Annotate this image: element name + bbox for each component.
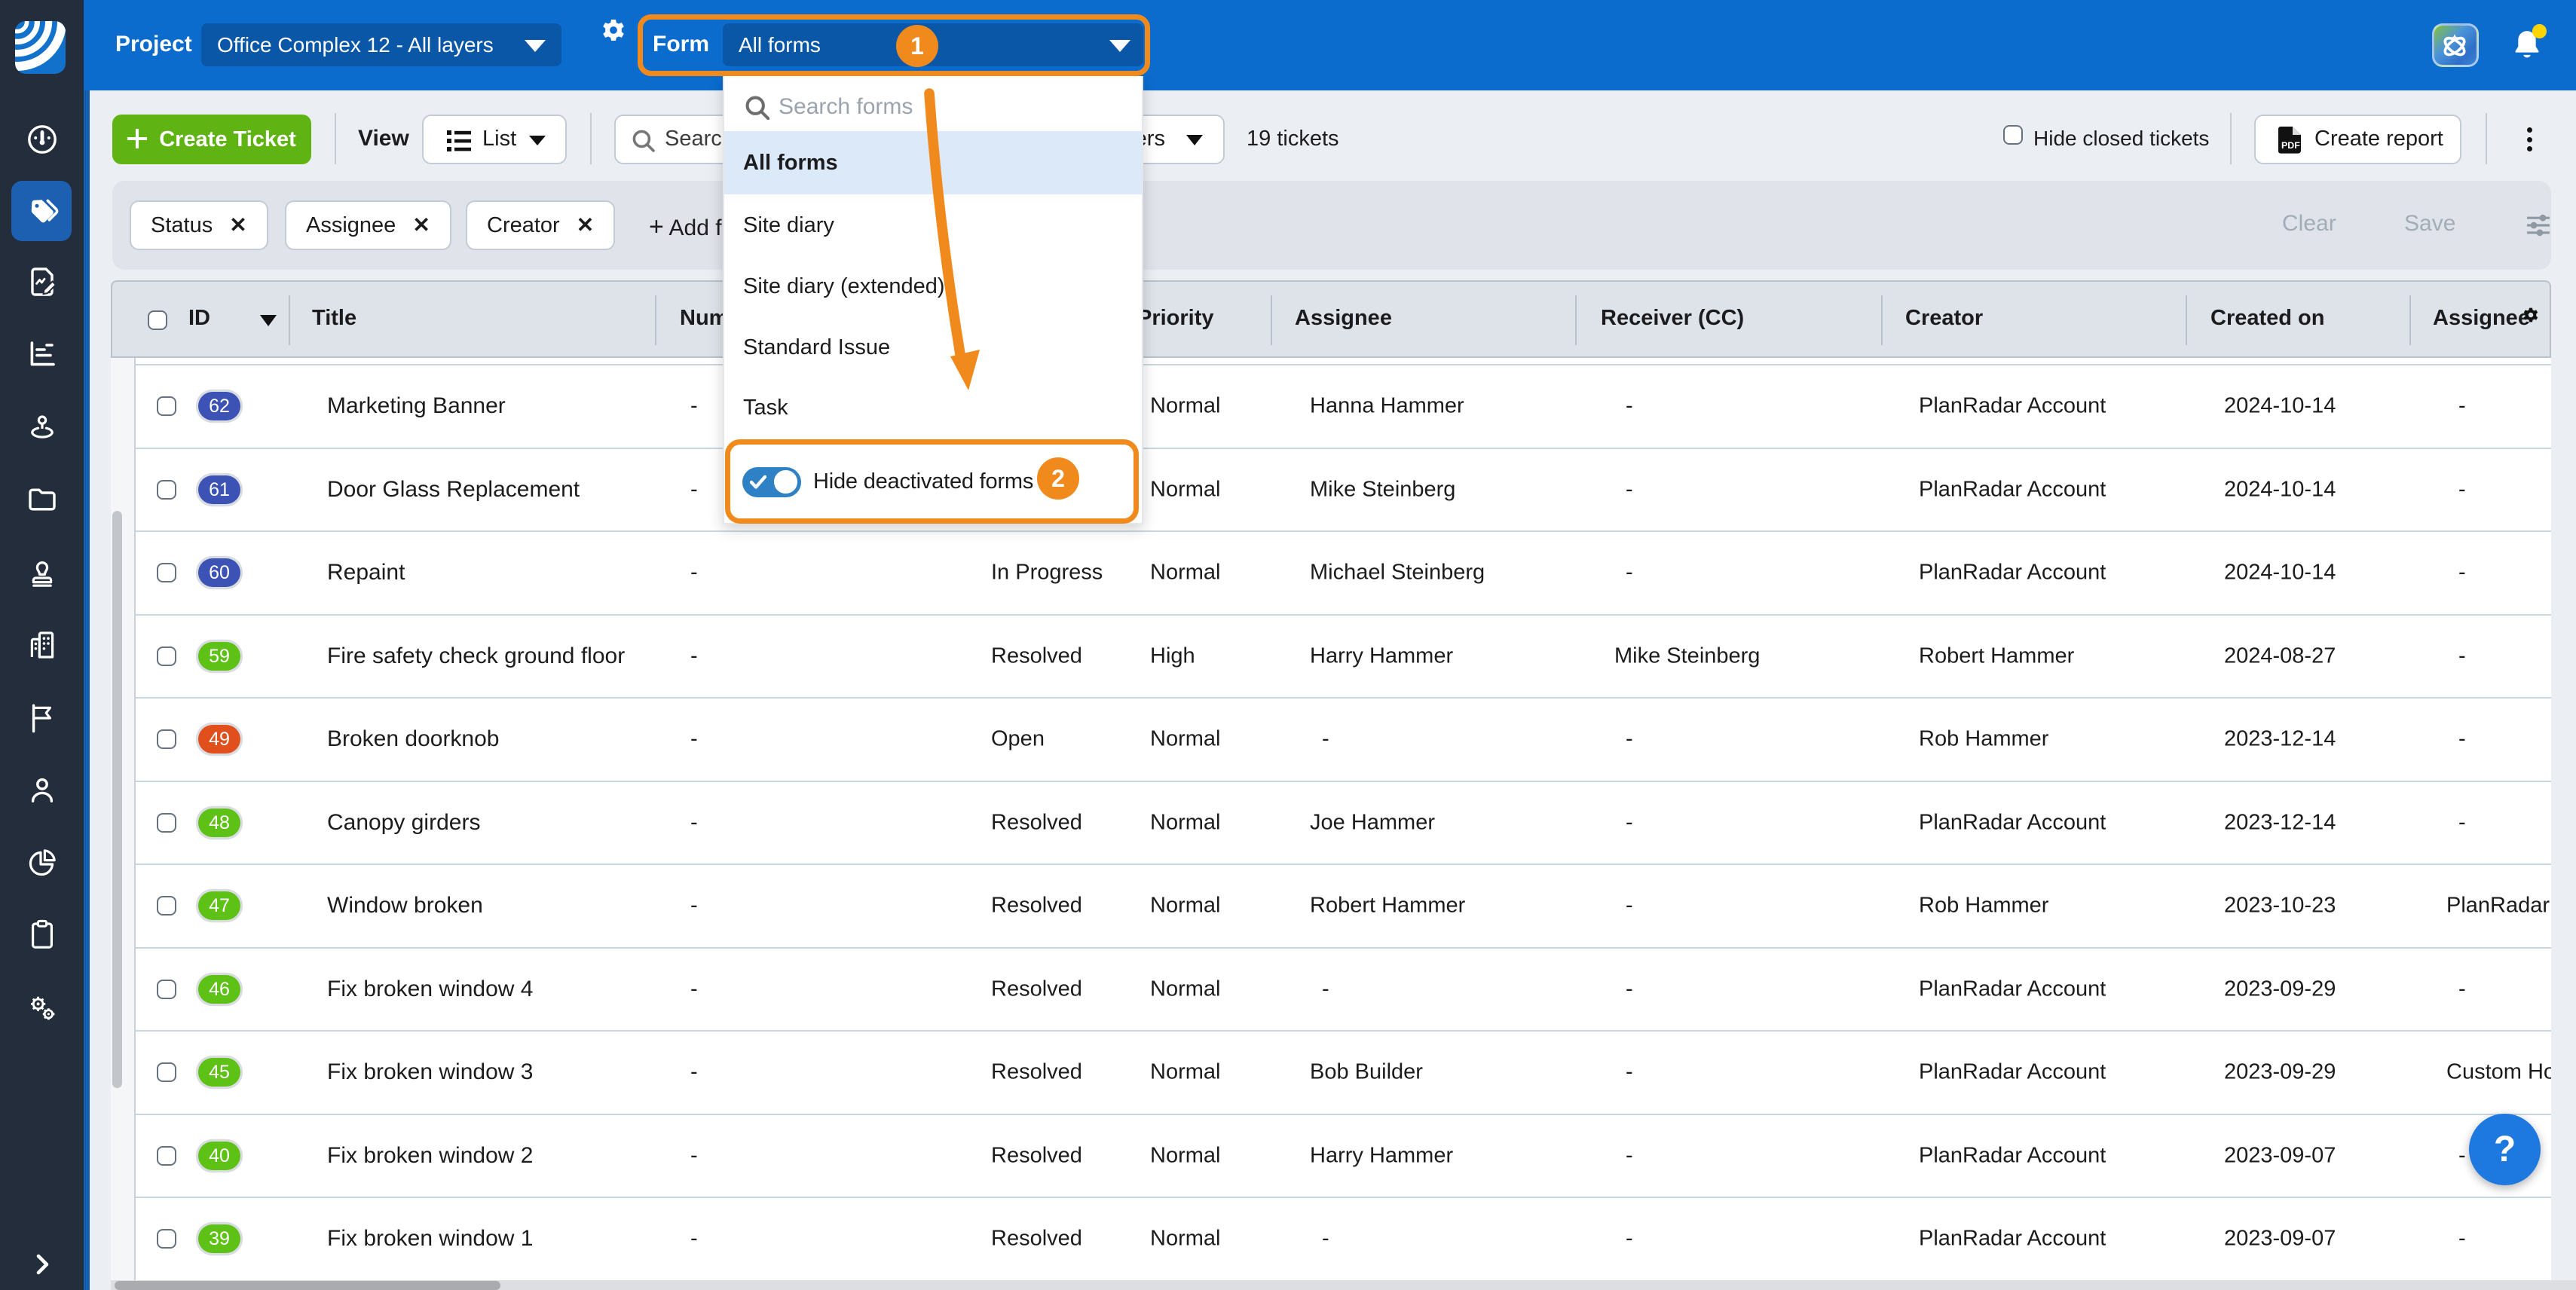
svg-text:PDF: PDF xyxy=(2281,140,2300,151)
